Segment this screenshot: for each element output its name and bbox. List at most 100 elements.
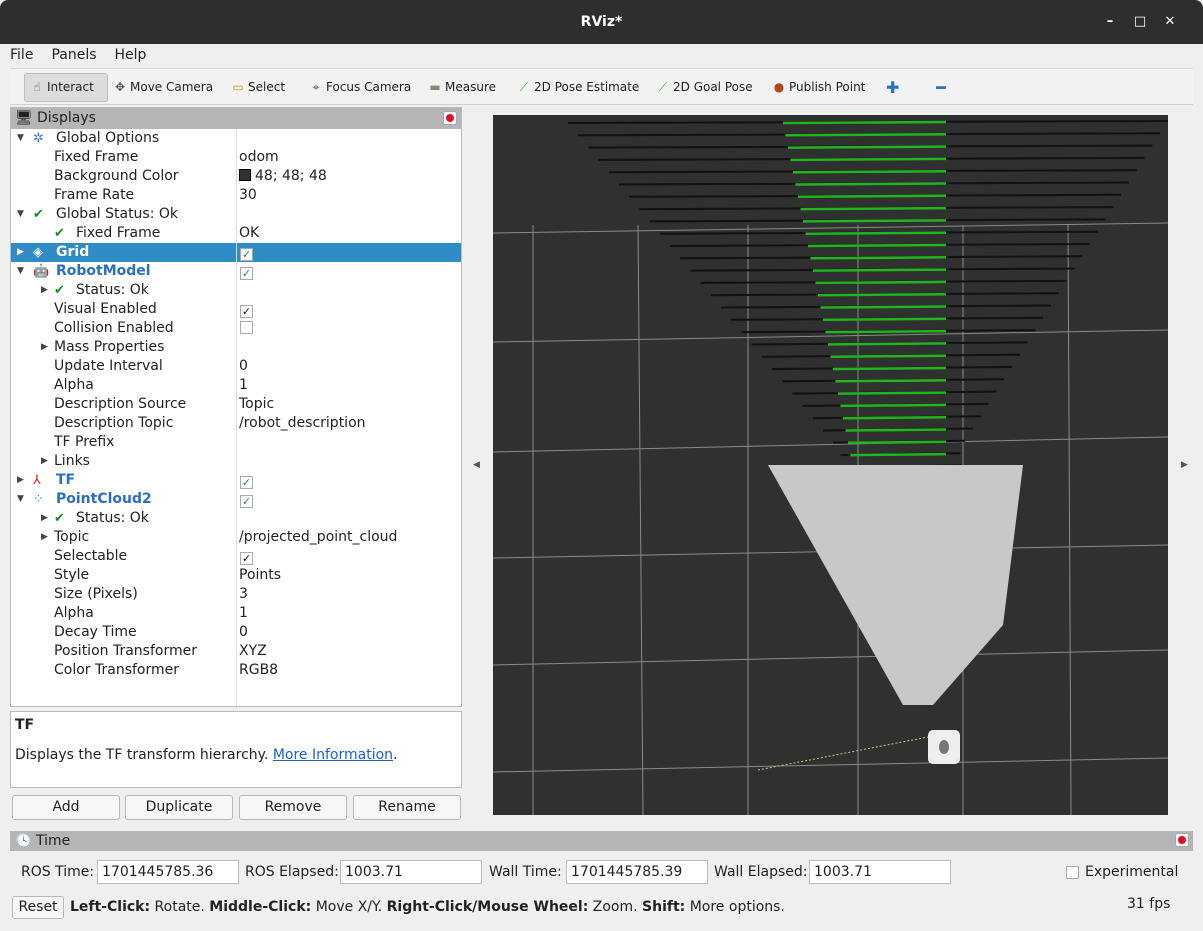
tool-label: Focus Camera [326,80,412,94]
row-checkbox[interactable]: ✓ [240,495,253,508]
row-label: Fixed Frame [54,149,139,165]
row-value[interactable]: odom [239,148,279,167]
expand-down-icon[interactable]: ▼ [17,205,24,224]
expand-down-icon[interactable]: ▼ [17,129,24,148]
grid-line [637,224,644,815]
tool-move-camera[interactable]: ✥ Move Camera [108,73,213,102]
row-label: TF [56,472,76,488]
grid-icon: ◈ [33,245,43,260]
row-checkbox[interactable]: ✓ [240,305,253,318]
row-label: Description Topic [54,415,174,431]
row-value[interactable]: /robot_description [239,414,366,433]
row-value-text: 30 [239,187,257,203]
rename-button[interactable]: Rename [353,795,461,820]
experimental-checkbox[interactable] [1066,866,1079,879]
wall-time-field[interactable]: 1701445785.39 [566,860,708,884]
grid-line [493,649,1168,666]
3d-viewport[interactable] [493,115,1168,815]
close-panel-button[interactable] [443,111,457,125]
remove-tool-minus-icon[interactable]: ━ [932,73,946,102]
row-value[interactable]: Points [239,566,281,585]
row-label: Description Source [54,396,187,412]
maximize-button[interactable]: □ [1130,12,1150,32]
row-value[interactable]: 3 [239,585,248,604]
green-arrow-icon: ⟋ [519,80,529,94]
ros-elapsed-field[interactable]: 1003.71 [340,860,482,884]
row-value[interactable]: 30 [239,186,257,205]
reset-button[interactable]: Reset [12,896,64,919]
remove-button[interactable]: Remove [239,795,347,820]
expand-down-icon[interactable]: ▼ [17,262,24,281]
tool-interact[interactable]: ☝ Interact [24,73,108,102]
fps-counter: 31 fps [1127,896,1171,912]
row-value[interactable]: RGB8 [239,661,278,680]
row-value[interactable]: Topic [239,395,274,414]
menu-help[interactable]: Help [105,44,155,63]
row-checkbox[interactable]: ✓ [240,476,253,489]
row-checkbox[interactable] [240,321,253,334]
green-points [830,354,947,358]
green-points [790,157,947,162]
menu-file[interactable]: File [0,44,41,63]
row-label: TF Prefix [54,434,115,450]
tool-label: Move Camera [130,80,214,94]
tool-label: Select [248,80,286,94]
green-points [837,391,947,395]
tool-label: Interact [47,80,94,94]
expand-right-icon[interactable]: ▶ [41,452,48,471]
collapse-left-arrow[interactable]: ◀ [473,460,480,470]
expand-right-icon[interactable]: ▶ [41,338,48,357]
tool-focus-camera[interactable]: ⌖ Focus Camera [304,73,412,102]
expand-right-icon[interactable]: ▶ [41,281,48,300]
row-checkbox[interactable]: ✓ [240,267,253,280]
tf-axes-icon: ⅄ [33,473,41,488]
expand-right-icon[interactable]: ▶ [41,509,48,528]
description-title: TF [15,717,35,733]
tool-2d-goal-pose[interactable]: ⟋ 2D Goal Pose [651,73,753,102]
row-value[interactable]: OK [239,224,259,243]
hand-icon: ☝ [33,80,41,94]
row-value[interactable]: XYZ [239,642,267,661]
point-cloud-floor [768,465,1023,705]
tool-publish-point[interactable]: ● Publish Point [767,73,866,102]
row-value[interactable]: 48; 48; 48 [239,167,327,186]
row-label: RobotModel [56,263,151,279]
row-label: Alpha [54,605,94,621]
row-value-text: 48; 48; 48 [255,168,327,184]
row-label: Update Interval [54,358,163,374]
row-label: Visual Enabled [54,301,157,317]
green-points [847,440,947,445]
tool-measure[interactable]: ▬ Measure [423,73,496,102]
row-value[interactable]: 1 [239,376,248,395]
row-checkbox[interactable]: ✓ [240,248,253,261]
tool-select[interactable]: ▭ Select [226,73,285,102]
close-window-button[interactable]: ✕ [1160,12,1180,32]
expand-down-icon[interactable]: ▼ [17,490,24,509]
add-button[interactable]: Add [12,795,120,820]
tool-2d-pose-estimate[interactable]: ⟋ 2D Pose Estimate [512,73,640,102]
green-points [825,329,947,334]
row-checkbox[interactable]: ✓ [240,552,253,565]
green-points [787,145,947,149]
hint-key: Left-Click: [70,899,151,915]
more-information-link[interactable]: More Information [273,747,393,763]
add-tool-plus-icon[interactable]: ✚ [882,73,899,102]
row-value[interactable]: 0 [239,357,248,376]
row-value[interactable]: /projected_point_cloud [239,528,397,547]
ros-time-field[interactable]: 1701445785.36 [97,860,239,884]
row-value[interactable]: 1 [239,604,248,623]
green-points [795,182,947,186]
status-hint: Left-Click: Rotate. Middle-Click: Move X… [70,899,785,915]
duplicate-button[interactable]: Duplicate [125,795,233,820]
expand-right-icon[interactable]: ▶ [17,471,24,490]
row-label: Position Transformer [54,643,197,659]
wall-elapsed-field[interactable]: 1003.71 [809,860,951,884]
expand-right-icon[interactable]: ▶ [41,528,48,547]
row-value[interactable]: 0 [239,623,248,642]
close-time-panel-button[interactable] [1175,833,1189,847]
minimize-button[interactable]: – [1100,12,1120,32]
menu-panels[interactable]: Panels [41,44,104,63]
expand-right-icon[interactable]: ▶ [17,243,24,262]
collapse-right-arrow[interactable]: ▶ [1181,460,1188,470]
tool-label: Measure [445,80,496,94]
